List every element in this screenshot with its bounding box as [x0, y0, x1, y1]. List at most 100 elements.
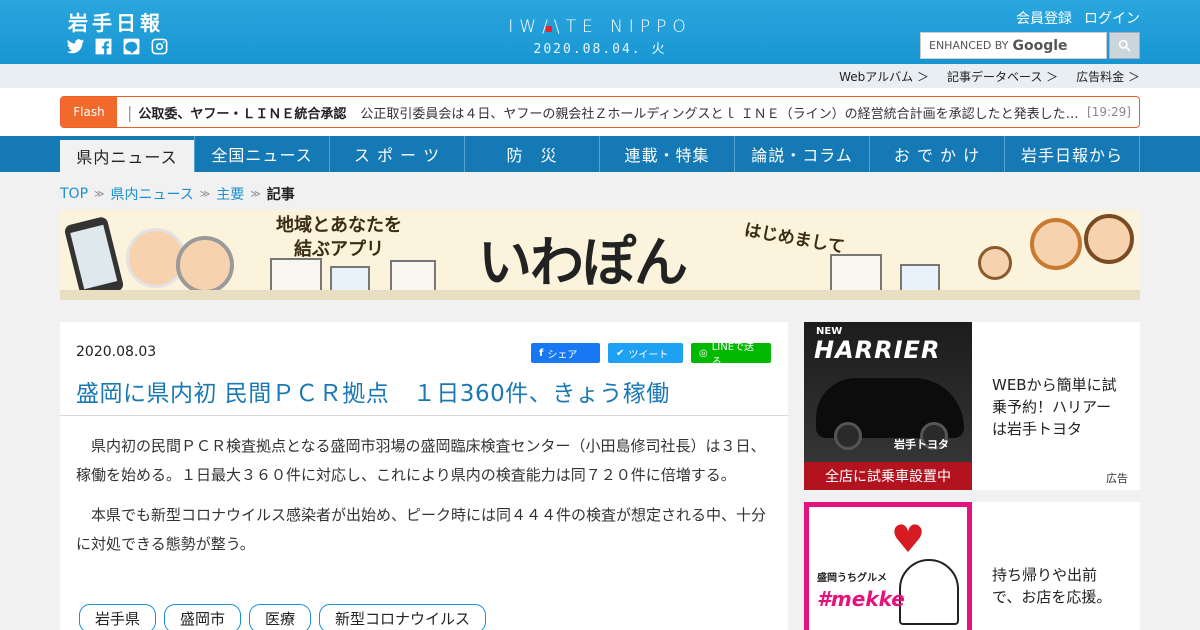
facebook-icon: f: [539, 347, 544, 359]
register-link[interactable]: 会員登録: [1016, 8, 1072, 28]
tag-medical[interactable]: 医療: [249, 604, 312, 630]
side-ad-mekke[interactable]: ♥ 盛岡うちグルメ #mekke 持ち帰りや出前で、お店を応援。: [804, 502, 1140, 630]
article-db-link[interactable]: 記事データベース ＞: [947, 68, 1058, 85]
breadcrumb-current: 記事: [266, 187, 295, 203]
sns-links: [66, 37, 169, 56]
ad-gurume-label: 盛岡うちグルメ: [817, 573, 887, 584]
twitter-icon[interactable]: [66, 37, 85, 56]
nav-disaster[interactable]: 防 災: [464, 136, 599, 172]
login-link[interactable]: ログイン: [1084, 8, 1140, 28]
utility-links: Webアルバム ＞ 記事データベース ＞ 広告料金 ＞: [0, 64, 1200, 88]
account-links: 会員登録 ログイン: [1016, 8, 1140, 28]
breadcrumb-top[interactable]: TOP: [60, 186, 88, 202]
brand-slash-mark: /\: [542, 17, 565, 37]
twitter-icon: ✔: [616, 347, 625, 359]
nav-local-news[interactable]: 県内ニュース: [60, 140, 194, 172]
site-logo[interactable]: 岩手日報: [68, 7, 164, 36]
article-paragraph: 本県でも新型コロナウイルス感染者が出始め、ピーク時には同４４４件の検査が想定され…: [76, 506, 767, 553]
ad-text[interactable]: WEBから簡単に試乗予約！ハリアーは岩手トヨタ: [992, 374, 1126, 440]
banner-hello: はじめまして: [742, 220, 847, 258]
breadcrumb-arrow-icon: ≫: [250, 188, 261, 200]
flash-headline[interactable]: 公取委、ヤフー・ＬＩＮＥ統合承認: [138, 103, 346, 122]
family-illustration: [978, 246, 1012, 280]
main-nav: 県内ニュース 全国ニュース ス ポ ー ツ 防 災 連載・特集 論説・コラム お…: [0, 136, 1200, 172]
tag-coronavirus[interactable]: 新型コロナウイルス: [319, 604, 487, 630]
banner-copy-line1: 地域とあなたを: [276, 215, 402, 236]
house-illustration: [830, 254, 882, 294]
ad-model-name: HARRIER: [814, 336, 941, 364]
tag-iwate[interactable]: 岩手県: [79, 604, 157, 630]
breadcrumb-sub[interactable]: 主要: [216, 184, 244, 204]
ad-label: 広告: [1106, 472, 1128, 485]
article-body: 県内初の民間ＰＣＲ検査拠点となる盛岡市羽場の盛岡臨床検査センター（小田島修司社長…: [76, 432, 772, 570]
search-enhanced-label: ENHANCED BY: [929, 39, 1009, 52]
flash-news-area: Flash | 公取委、ヤフー・ＬＩＮＥ統合承認 公正取引委員会は４日、ヤフーの…: [0, 88, 1200, 136]
heart-icon: ♥: [891, 517, 926, 561]
ad-text[interactable]: 持ち帰りや出前で、お店を応援。: [992, 564, 1126, 608]
nav-sports[interactable]: ス ポ ー ツ: [329, 136, 464, 172]
banner-copy: 地域とあなたを 結ぶアプリ: [276, 214, 402, 262]
flash-news[interactable]: Flash | 公取委、ヤフー・ＬＩＮＥ統合承認 公正取引委員会は４日、ヤフーの…: [60, 96, 1140, 128]
header-date: 2020.08.04. 火: [533, 42, 667, 57]
car-illustration: [816, 378, 964, 450]
ad-dealer-name: 岩手トヨタ: [894, 438, 949, 451]
share-buttons: f シェア ✔ ツイート ◎ LINEで送る: [531, 342, 771, 368]
search-brand: Google: [1012, 37, 1068, 54]
facebook-share-label: シェア: [547, 349, 578, 361]
grandma-illustration: [176, 236, 234, 294]
line-share-label: LINEで送る: [711, 342, 755, 368]
breadcrumb-arrow-icon: ≫: [199, 188, 211, 200]
article: 2020.08.03 f シェア ✔ ツイート ◎ LINEで送る 盛岡に県内初 民間…: [60, 322, 788, 630]
family-illustration: [1030, 218, 1082, 270]
flash-divider: |: [127, 102, 133, 122]
ad-image-mekke[interactable]: ♥ 盛岡うちグルメ #mekke: [804, 502, 972, 630]
site-search: ENHANCED BY Google: [920, 32, 1140, 59]
flash-time: [19:29]: [1087, 105, 1131, 119]
line-icon[interactable]: [122, 37, 141, 56]
article-date: 2020.08.03: [76, 344, 157, 360]
web-album-link[interactable]: Webアルバム ＞: [839, 68, 929, 85]
line-icon: ◎: [699, 347, 708, 359]
ad-mekke-label: #mekke: [817, 587, 905, 611]
title-divider: [60, 415, 788, 416]
article-paragraph: 県内初の民間ＰＣＲ検査拠点となる盛岡市羽場の盛岡臨床検査センター（小田島修司社長…: [76, 437, 766, 484]
brand-text-right: TE NIPPO: [565, 17, 692, 37]
banner-copy-line2: 結ぶアプリ: [294, 239, 384, 260]
brand-logo[interactable]: IW/\TE NIPPO 2020.08.04. 火: [480, 17, 720, 57]
nav-features[interactable]: 連載・特集: [599, 136, 734, 172]
instagram-icon[interactable]: [150, 37, 169, 56]
flash-tag: Flash: [61, 97, 117, 127]
search-icon: [1118, 39, 1131, 52]
character-illustration: [899, 559, 959, 625]
twitter-share-label: ツイート: [628, 349, 669, 361]
banner-app-name: いわぽん: [478, 230, 688, 294]
ad-strip-text: 全店に試乗車設置中: [804, 462, 972, 490]
article-tags: 岩手県 盛岡市 医療 新型コロナウイルス: [79, 604, 487, 630]
nav-from-iwate-nippo[interactable]: 岩手日報から: [1004, 136, 1140, 172]
site-header: 岩手日報 IW/\TE NIPPO 2020.08.04. 火 会員登録 ログイ…: [0, 0, 1200, 64]
breadcrumb-arrow-icon: ≫: [94, 188, 105, 200]
facebook-icon[interactable]: [94, 37, 113, 56]
twitter-share-button[interactable]: ✔ ツイート: [608, 343, 683, 363]
article-title: 盛岡に県内初 民間ＰＣＲ拠点 １日360件、きょう稼働: [76, 381, 670, 407]
house-illustration: [270, 258, 322, 294]
flash-body[interactable]: 公正取引委員会は４日、ヤフーの親会社Ｚホールディングスとｌ ＩＮＥ（ライン）の経…: [360, 103, 1081, 122]
search-input[interactable]: ENHANCED BY Google: [920, 32, 1107, 59]
breadcrumb-category[interactable]: 県内ニュース: [110, 184, 193, 204]
family-illustration: [1084, 214, 1134, 264]
line-share-button[interactable]: ◎ LINEで送る: [691, 342, 771, 368]
breadcrumb: TOP ≫ 県内ニュース ≫ 主要 ≫ 記事: [60, 184, 295, 204]
house-illustration: [390, 260, 436, 294]
nav-outings[interactable]: お で か け: [869, 136, 1004, 172]
nav-columns[interactable]: 論説・コラム: [734, 136, 869, 172]
phone-illustration: [63, 215, 125, 300]
ad-image-harrier[interactable]: NEW HARRIER 岩手トヨタ 全店に試乗車設置中: [804, 322, 972, 490]
nav-national-news[interactable]: 全国ニュース: [194, 136, 329, 172]
side-ad-toyota[interactable]: NEW HARRIER 岩手トヨタ 全店に試乗車設置中 WEBから簡単に試乗予約…: [804, 322, 1140, 490]
search-button[interactable]: [1109, 32, 1140, 59]
tag-morioka[interactable]: 盛岡市: [164, 604, 242, 630]
ad-rates-link[interactable]: 広告料金 ＞: [1076, 68, 1140, 85]
brand-text-left: IW: [508, 17, 543, 37]
app-banner[interactable]: 地域とあなたを 結ぶアプリ いわぽん はじめまして: [60, 210, 1140, 300]
facebook-share-button[interactable]: f シェア: [531, 343, 600, 363]
